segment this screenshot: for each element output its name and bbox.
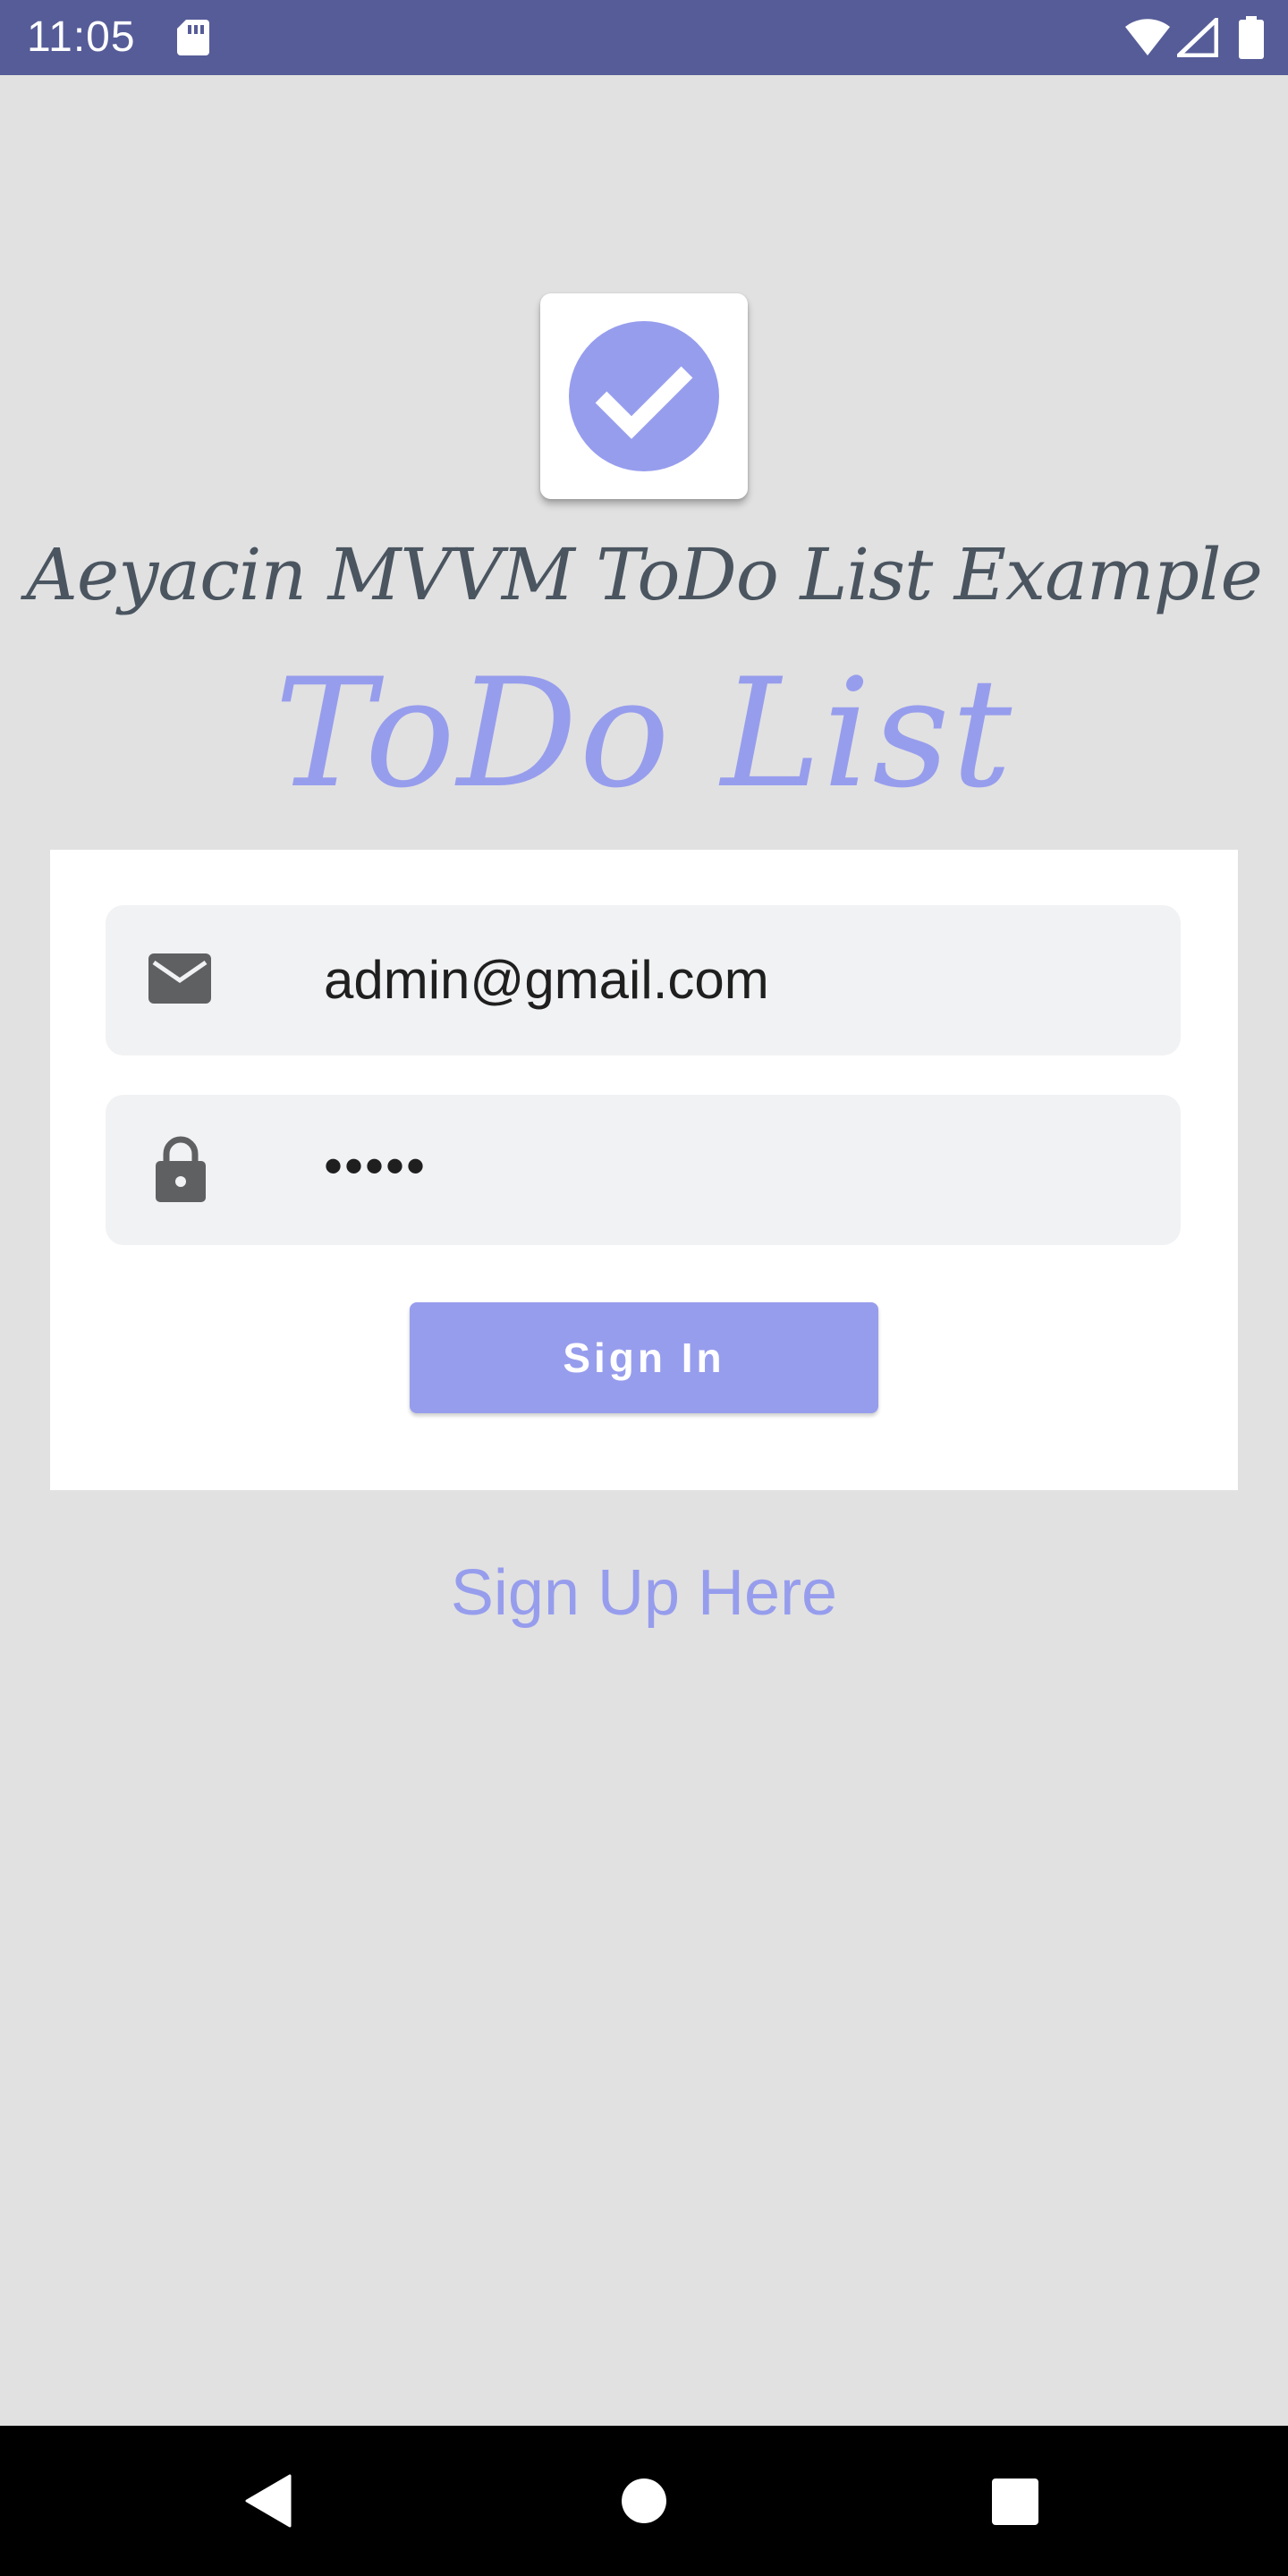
app-title: ToDo List [274, 646, 1014, 821]
email-field[interactable]: admin@gmail.com [106, 905, 1181, 1055]
cell-signal-icon [1176, 17, 1219, 62]
check-circle-icon [569, 321, 719, 471]
app-logo [540, 293, 748, 499]
battery-icon [1238, 16, 1265, 64]
sd-card-icon [175, 18, 211, 62]
navigation-bar [0, 2426, 1288, 2576]
login-card: admin@gmail.com ••••• Sign In [50, 850, 1238, 1490]
status-time: 11:05 [27, 13, 136, 61]
home-icon[interactable] [621, 2478, 667, 2529]
password-field[interactable]: ••••• [106, 1095, 1181, 1245]
lock-icon [154, 1134, 208, 1208]
recents-icon[interactable] [991, 2478, 1039, 2530]
password-value: ••••• [324, 1136, 428, 1196]
status-bar: 11:05 [0, 0, 1288, 75]
sign-up-link[interactable]: Sign Up Here [0, 1556, 1288, 1630]
email-value: admin@gmail.com [324, 950, 769, 1010]
app-subtitle: Aeyacin MVVM ToDo List Example [26, 533, 1263, 616]
mail-icon [147, 950, 213, 1012]
wifi-icon [1123, 18, 1172, 62]
sign-in-button[interactable]: Sign In [410, 1302, 878, 1413]
back-icon[interactable] [243, 2474, 293, 2532]
